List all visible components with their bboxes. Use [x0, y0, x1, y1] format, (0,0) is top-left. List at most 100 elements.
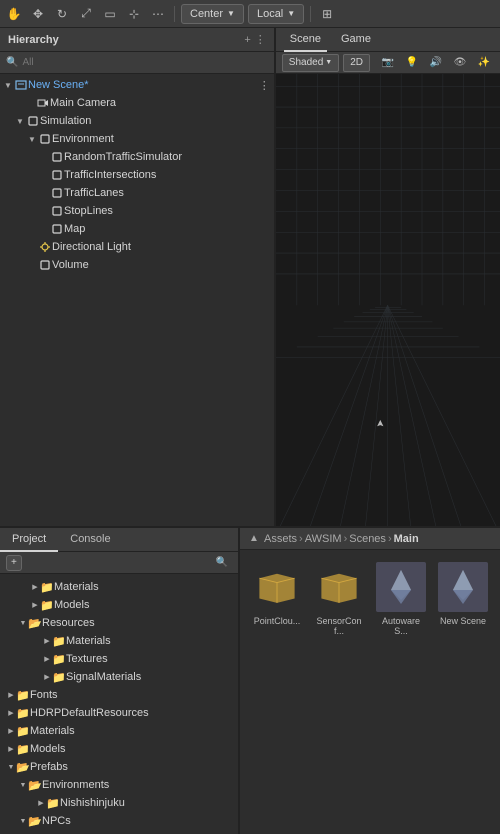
folder-materials2[interactable]: ▶ 📁 Materials: [0, 632, 238, 650]
bottom-section: Project Console + 🔍 ▶ 📁 Materials ▶ 📁: [0, 528, 500, 834]
breadcrumb-awsim[interactable]: AWSIM: [305, 533, 342, 545]
tree-item-stop-lines[interactable]: ▶ StopLines: [0, 202, 274, 220]
expand-materials2[interactable]: ▶: [42, 636, 52, 646]
expand-prefabs[interactable]: ▼: [6, 762, 16, 772]
asset-thumb-pointcloud: [252, 562, 302, 612]
breadcrumb-bar: ▲ Assets › AWSIM › Scenes › Main: [240, 528, 500, 550]
tree-item-new-scene[interactable]: ▼ New Scene* ⋮: [0, 76, 274, 94]
breadcrumb-main[interactable]: Main: [394, 533, 419, 545]
scale-tool-icon[interactable]: ⤢: [76, 4, 96, 24]
expand-materials3[interactable]: ▶: [6, 726, 16, 736]
local-label: Local: [257, 8, 283, 20]
scene-vr-icon[interactable]: 👁: [450, 53, 470, 73]
hierarchy-add-icon[interactable]: +: [244, 34, 250, 46]
folder-signal-materials[interactable]: ▶ 📁 SignalMaterials: [0, 668, 238, 686]
folder-icon-hdrp: 📁: [16, 706, 30, 720]
tree-item-simulation[interactable]: ▼ Simulation: [0, 112, 274, 130]
tab-project[interactable]: Project: [0, 528, 58, 552]
expand-environment[interactable]: ▼: [26, 133, 38, 145]
tree-item-main-camera[interactable]: ▶ Main Camera: [0, 94, 274, 112]
project-panel: Project Console + 🔍 ▶ 📁 Materials ▶ 📁: [0, 528, 240, 834]
more-new-scene[interactable]: ⋮: [259, 79, 270, 92]
tree-item-random-traffic[interactable]: ▶ RandomTrafficSimulator: [0, 148, 274, 166]
expand-materials[interactable]: ▶: [30, 582, 40, 592]
asset-item-pointcloud[interactable]: PointClou...: [248, 558, 306, 640]
hierarchy-header: Hierarchy + ⋮: [0, 28, 274, 52]
tree-item-map[interactable]: ▶ Map: [0, 220, 274, 238]
obj-icon-random-traffic: [50, 150, 64, 164]
tab-scene[interactable]: Scene: [284, 28, 327, 52]
hierarchy-search-bar: 🔍: [0, 52, 274, 74]
scene-light-icon[interactable]: 💡: [402, 53, 422, 73]
expand-hdrp[interactable]: ▶: [6, 708, 16, 718]
tab-console[interactable]: Console: [58, 528, 122, 552]
expand-environments[interactable]: ▼: [18, 780, 28, 790]
dots-tool-icon[interactable]: ⋯: [148, 4, 168, 24]
scene-effects-icon[interactable]: ✨: [474, 53, 494, 73]
breadcrumb-assets[interactable]: Assets: [264, 533, 297, 545]
project-search-icon[interactable]: 🔍: [212, 553, 232, 573]
obj-icon-simulation: [26, 114, 40, 128]
expand-fonts[interactable]: ▶: [6, 690, 16, 700]
obj-icon-environment: [38, 132, 52, 146]
hierarchy-menu-icon[interactable]: ⋮: [255, 33, 266, 46]
hand-tool-icon[interactable]: ✋: [4, 4, 24, 24]
rect-tool-icon[interactable]: ▭: [100, 4, 120, 24]
scene-icon: [14, 78, 28, 92]
asset-item-sensorconf[interactable]: SensorConf...: [310, 558, 368, 640]
scene-sound-icon[interactable]: 🔊: [426, 53, 446, 73]
folder-textures[interactable]: ▶ 📁 Textures: [0, 650, 238, 668]
expand-new-scene[interactable]: ▼: [2, 79, 14, 91]
scene-camera-icon[interactable]: 📷: [378, 53, 398, 73]
folder-models[interactable]: ▶ 📁 Models: [0, 596, 238, 614]
folder-fonts[interactable]: ▶ 📁 Fonts: [0, 686, 238, 704]
expand-models2[interactable]: ▶: [6, 744, 16, 754]
local-chevron-icon: ▼: [287, 9, 295, 18]
shading-btn[interactable]: Shaded ▼: [282, 54, 339, 72]
center-button[interactable]: Center ▼: [181, 4, 244, 24]
asset-item-autoware[interactable]: AutowareS...: [372, 558, 430, 640]
label-textures: Textures: [66, 653, 108, 665]
asset-thumb-newscene: [438, 562, 488, 612]
folder-prefabs[interactable]: ▼ 📂 Prefabs: [0, 758, 238, 776]
expand-signal-materials[interactable]: ▶: [42, 672, 52, 682]
folder-resources[interactable]: ▼ 📂 Resources: [0, 614, 238, 632]
tab-game[interactable]: Game: [335, 28, 377, 52]
tree-item-volume[interactable]: ▶ Volume: [0, 256, 274, 274]
separator-1: [174, 6, 175, 22]
local-button[interactable]: Local ▼: [248, 4, 304, 24]
tree-item-traffic-lanes[interactable]: ▶ TrafficLanes: [0, 184, 274, 202]
project-add-btn[interactable]: +: [6, 555, 22, 571]
expand-resources[interactable]: ▼: [18, 618, 28, 628]
folder-materials[interactable]: ▶ 📁 Materials: [0, 578, 238, 596]
folder-nishishinjuku[interactable]: ▶ 📁 Nishishinjuku: [0, 794, 238, 812]
rotate-tool-icon[interactable]: ↻: [52, 4, 72, 24]
label-environments: Environments: [42, 779, 109, 791]
expand-models[interactable]: ▶: [30, 600, 40, 610]
expand-textures[interactable]: ▶: [42, 654, 52, 664]
breadcrumb-scenes[interactable]: Scenes: [349, 533, 386, 545]
folder-materials3[interactable]: ▶ 📁 Materials: [0, 722, 238, 740]
expand-nishishinjuku[interactable]: ▶: [36, 798, 46, 808]
2d-btn[interactable]: 2D: [343, 54, 370, 72]
grid-icon[interactable]: ⊞: [317, 4, 337, 24]
tree-item-traffic-intersections[interactable]: ▶ TrafficIntersections: [0, 166, 274, 184]
label-random-traffic: RandomTrafficSimulator: [64, 151, 182, 163]
obj-icon-traffic-lanes: [50, 186, 64, 200]
folder-pedestrians[interactable]: ▶ 📁 Pedestrians: [0, 830, 238, 834]
folder-environments[interactable]: ▼ 📂 Environments: [0, 776, 238, 794]
folder-hdrp[interactable]: ▶ 📁 HDRPDefaultResources: [0, 704, 238, 722]
folder-models2[interactable]: ▶ 📁 Models: [0, 740, 238, 758]
tree-item-environment[interactable]: ▼ Environment: [0, 130, 274, 148]
breadcrumb-up-btn[interactable]: ▲: [246, 531, 262, 547]
expand-simulation[interactable]: ▼: [14, 115, 26, 127]
asset-item-newscene[interactable]: New Scene: [434, 558, 492, 640]
hierarchy-search-input[interactable]: [22, 57, 267, 68]
label-directional-light: Directional Light: [52, 241, 131, 253]
expand-npcs[interactable]: ▼: [18, 816, 28, 826]
folder-npcs[interactable]: ▼ 📂 NPCs: [0, 812, 238, 830]
tree-item-directional-light[interactable]: ▶ Directional Light: [0, 238, 274, 256]
scene-viewport[interactable]: [276, 74, 500, 526]
move-tool-icon[interactable]: ✥: [28, 4, 48, 24]
transform-tool-icon[interactable]: ⊹: [124, 4, 144, 24]
